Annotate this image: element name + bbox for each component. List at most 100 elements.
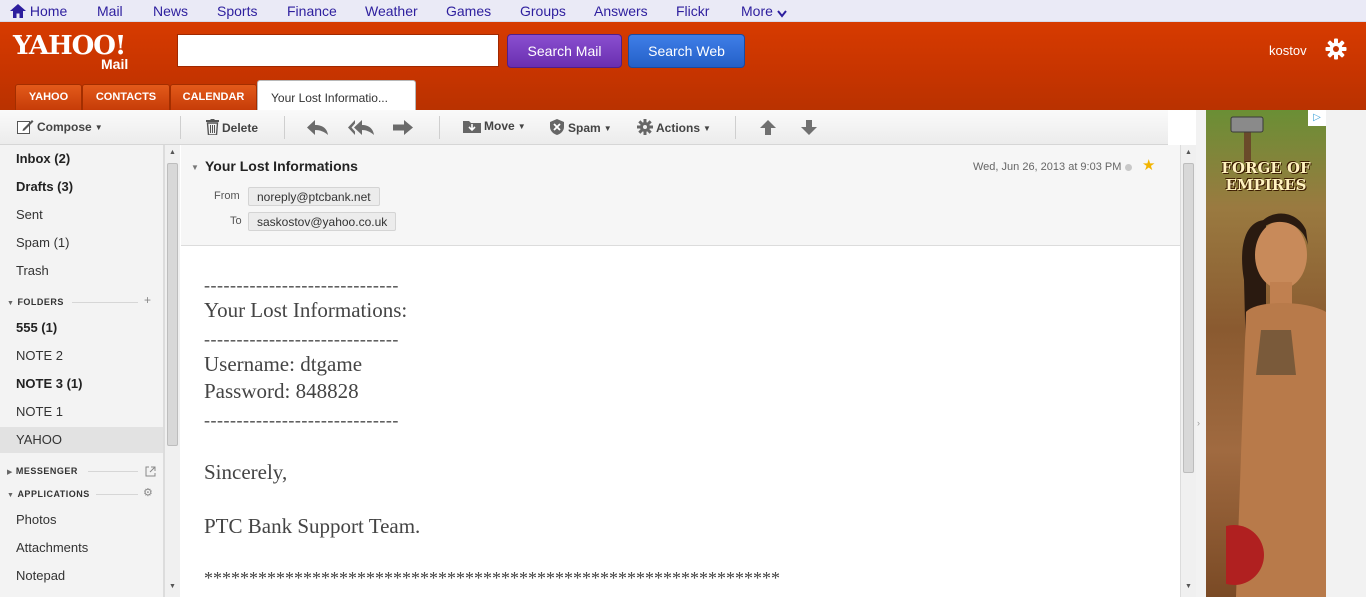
advertisement-banner[interactable]: FORGE OF EMPIRES: [1206, 110, 1326, 597]
caret-down-icon: ▼: [517, 122, 526, 131]
messenger-header[interactable]: ▶ MESSENGER: [7, 466, 78, 476]
folder-note-1[interactable]: NOTE 1: [16, 404, 63, 419]
star-icon[interactable]: ★: [1142, 156, 1155, 174]
toolbar-divider: [439, 116, 440, 139]
forward-icon[interactable]: [392, 119, 414, 136]
delete-button[interactable]: Delete: [206, 119, 259, 136]
collapse-triangle-icon[interactable]: ▼: [191, 163, 199, 172]
body-heading: Your Lost Informations:: [204, 298, 408, 322]
folder-spam[interactable]: Spam (1): [16, 235, 69, 250]
tab-message-active[interactable]: Your Lost Informatio...: [257, 80, 416, 110]
caret-down-icon: ▼: [94, 123, 103, 132]
body-signature: PTC Bank Support Team.: [204, 514, 421, 538]
section-divider: [72, 302, 138, 303]
message-subject: Your Lost Informations: [205, 158, 358, 174]
scroll-up-icon[interactable]: ▲: [169, 149, 176, 156]
applications-header-label: APPLICATIONS: [17, 489, 90, 499]
tab-yahoo[interactable]: YAHOO: [15, 84, 82, 110]
popout-icon[interactable]: [145, 466, 156, 477]
move-button[interactable]: Move ▼: [463, 119, 526, 133]
nav-flickr[interactable]: Flickr: [676, 3, 709, 19]
search-web-button[interactable]: Search Web: [628, 34, 745, 68]
compose-button[interactable]: Compose ▼: [17, 119, 103, 134]
scroll-down-icon[interactable]: ▼: [169, 583, 176, 590]
nav-games[interactable]: Games: [446, 3, 491, 19]
folder-note-2[interactable]: NOTE 2: [16, 348, 63, 363]
app-notepad[interactable]: Notepad: [16, 568, 65, 583]
search-mail-button[interactable]: Search Mail: [507, 34, 622, 68]
folder-inbox[interactable]: Inbox (2): [16, 151, 70, 166]
applications-header[interactable]: ▼ APPLICATIONS: [7, 489, 90, 499]
folders-header[interactable]: ▼ FOLDERS: [7, 297, 64, 307]
nav-sports[interactable]: Sports: [217, 3, 257, 19]
ad-choices-icon[interactable]: ▷: [1308, 110, 1326, 126]
message-toolbar: Compose ▼ Delete Move ▼ Spam ▼ Actions ▼: [0, 110, 1168, 145]
to-address[interactable]: saskostov@yahoo.co.uk: [248, 212, 397, 231]
actions-label: Actions: [656, 121, 701, 135]
scroll-up-icon[interactable]: ▲: [1185, 149, 1192, 156]
caret-down-icon: ▼: [703, 124, 711, 133]
nav-mail[interactable]: Mail: [97, 3, 123, 19]
home-icon: [10, 4, 26, 18]
message-scrollbar[interactable]: ▲ ▼: [1180, 145, 1196, 597]
message-scroll-thumb[interactable]: [1183, 163, 1194, 473]
section-divider: [96, 494, 138, 495]
nav-weather[interactable]: Weather: [365, 3, 418, 19]
spam-button[interactable]: Spam ▼: [549, 119, 612, 135]
folder-sent[interactable]: Sent: [16, 207, 43, 222]
folder-drafts[interactable]: Drafts (3): [16, 179, 73, 194]
settings-gear-icon[interactable]: ⚙: [143, 486, 153, 499]
nav-news[interactable]: News: [153, 3, 188, 19]
toolbar-divider: [735, 116, 736, 139]
from-label: From: [214, 190, 240, 202]
folders-header-label: FOLDERS: [17, 297, 64, 307]
toolbar-divider: [180, 116, 181, 139]
nav-home[interactable]: Home: [10, 3, 67, 19]
hammer-emblem-icon: [1230, 116, 1264, 163]
caret-down-icon: ▼: [603, 124, 612, 133]
from-address[interactable]: noreply@ptcbank.net: [248, 187, 380, 206]
ad-title: FORGE OF EMPIRES: [1221, 159, 1311, 194]
folder-555[interactable]: 555 (1): [16, 320, 57, 335]
tab-contacts[interactable]: CONTACTS: [82, 84, 170, 110]
actions-button[interactable]: Actions ▼: [637, 119, 711, 135]
to-label: To: [230, 215, 242, 227]
folder-note-3[interactable]: NOTE 3 (1): [16, 376, 82, 391]
reply-all-icon[interactable]: [347, 119, 375, 136]
folder-icon: [463, 121, 481, 133]
delete-label: Delete: [222, 121, 259, 135]
nav-answers[interactable]: Answers: [594, 3, 648, 19]
messenger-header-label: MESSENGER: [15, 466, 78, 476]
nav-finance[interactable]: Finance: [287, 3, 337, 19]
app-photos[interactable]: Photos: [16, 512, 56, 527]
sidebar-scroll-thumb[interactable]: [167, 163, 178, 446]
arrow-down-icon[interactable]: [801, 120, 817, 135]
scroll-down-icon[interactable]: ▼: [1185, 583, 1192, 590]
reply-icon[interactable]: [306, 119, 329, 136]
message-date: Wed, Jun 26, 2013 at 9:03 PM: [973, 161, 1122, 173]
folder-trash[interactable]: Trash: [16, 263, 49, 278]
tab-calendar[interactable]: CALENDAR: [170, 84, 257, 110]
nav-groups[interactable]: Groups: [520, 3, 566, 19]
nav-home-label: Home: [29, 3, 68, 19]
arrow-up-icon[interactable]: [760, 120, 776, 135]
mail-header: YAHOO! Mail Search Mail Search Web kosto…: [0, 22, 1366, 110]
yahoo-mail-logo[interactable]: YAHOO! Mail: [13, 33, 128, 72]
nav-more[interactable]: More: [741, 3, 787, 19]
spam-label: Spam: [568, 121, 601, 135]
folder-sidebar: Inbox (2) Drafts (3) Sent Spam (1) Trash…: [0, 145, 164, 597]
top-nav-bar: Home Mail News Sports Finance Weather Ga…: [0, 0, 1366, 22]
search-input[interactable]: [177, 34, 499, 67]
body-divider: ------------------------------: [204, 329, 399, 349]
username-link[interactable]: kostov: [1269, 43, 1307, 58]
app-attachments[interactable]: Attachments: [16, 540, 88, 555]
logo-sub-text: Mail: [101, 56, 129, 72]
add-folder-icon[interactable]: +: [144, 293, 151, 307]
folder-yahoo[interactable]: YAHOO: [16, 432, 62, 447]
collapse-ad-chevron-icon[interactable]: ›: [1197, 418, 1200, 428]
message-header: ▼ Your Lost Informations From noreply@pt…: [181, 145, 1180, 246]
read-status-icon[interactable]: [1125, 164, 1132, 171]
sidebar-scrollbar[interactable]: ▲ ▼: [164, 145, 180, 597]
gear-icon[interactable]: [1325, 38, 1347, 60]
nav-more-label: More: [741, 3, 773, 19]
